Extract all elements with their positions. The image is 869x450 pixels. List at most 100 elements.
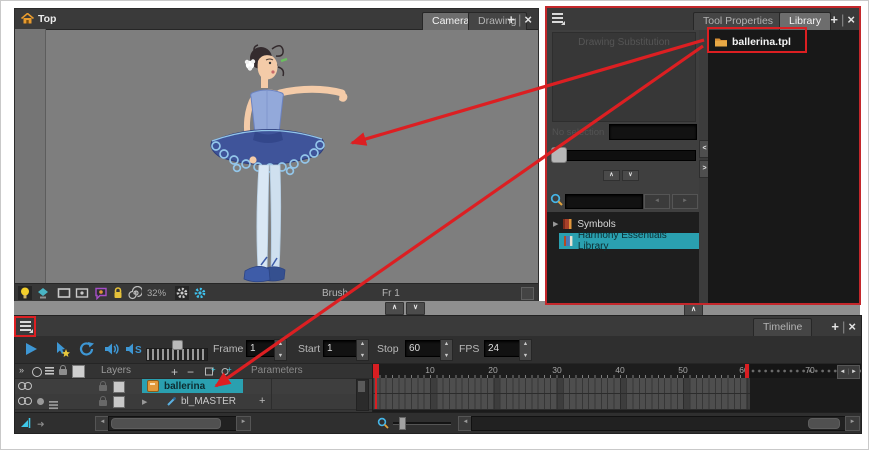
timeline-menu-icon[interactable] [20, 321, 33, 332]
hscroll-right-button[interactable]: ► [236, 416, 251, 431]
layers-vertical-scrollbar[interactable] [356, 379, 369, 411]
stop-frame-marker[interactable] [745, 364, 749, 378]
start-field[interactable] [323, 340, 359, 357]
scrollbar-thumb[interactable] [358, 381, 365, 392]
home-icon[interactable] [21, 13, 34, 24]
statusbar-checkbox[interactable] [521, 287, 534, 300]
add-peg-icon[interactable]: + [221, 366, 232, 378]
frame-track-bl-master[interactable] [373, 394, 750, 410]
mini-collapse-down[interactable]: ∨ [622, 170, 639, 181]
spin-up-icon[interactable]: ▲ [360, 341, 365, 347]
render-settings-gear-icon[interactable] [193, 286, 207, 300]
lock-all-icon[interactable] [59, 369, 67, 375]
scrollbar-thumb[interactable] [111, 418, 221, 429]
column-splitter[interactable]: < > [699, 30, 708, 303]
substitution-name-field[interactable] [609, 124, 697, 140]
add-layer-button[interactable]: + [171, 365, 178, 379]
playhead-marker[interactable] [373, 364, 379, 378]
play-selection-button[interactable] [53, 341, 71, 357]
spin-down-icon[interactable]: ▼ [360, 353, 365, 359]
add-view-button[interactable]: + [830, 12, 838, 27]
spin-down-icon[interactable]: ▼ [444, 353, 449, 359]
substitution-slider-handle[interactable] [551, 147, 567, 163]
layer-lock-icon[interactable] [99, 385, 107, 391]
double-circle-icon[interactable] [18, 397, 33, 406]
selected-layer-bar[interactable]: ballerina [142, 379, 243, 393]
expand-parameters-button[interactable]: + [259, 395, 265, 407]
tab-library[interactable]: Library [779, 12, 831, 30]
scrollbar-thumb[interactable] [808, 418, 840, 429]
zoom-level[interactable]: 32% [147, 288, 166, 299]
layer-lock-icon[interactable] [99, 400, 107, 406]
expand-arrow-icon[interactable]: ▶ [142, 398, 147, 406]
collapse-down-button[interactable]: ∨ [406, 302, 425, 315]
layers-hscrollbar[interactable] [108, 416, 238, 431]
double-arrow-icon[interactable]: » [19, 365, 24, 375]
expand-arrow-icon[interactable]: ➜ [37, 419, 45, 430]
library-search-input[interactable] [565, 194, 643, 209]
loop-button[interactable] [78, 341, 96, 357]
search-next-button[interactable]: ► [672, 194, 698, 209]
collapse-up-button[interactable]: ∧ [385, 302, 404, 315]
layer-row-ballerina[interactable]: ballerina [15, 379, 372, 395]
select-all-checkbox[interactable] [72, 365, 85, 378]
frame-track-ballerina[interactable] [373, 378, 750, 394]
stack-icon[interactable] [45, 367, 54, 377]
library-file-list: ballerina.tpl [708, 30, 859, 303]
search-prev-button[interactable]: ◄ [644, 194, 670, 209]
expand-arrow-icon[interactable]: ▶ [553, 220, 558, 228]
spin-down-icon[interactable]: ▼ [278, 353, 283, 359]
ruler-nav-prev[interactable]: ◄ [840, 367, 846, 378]
play-button[interactable] [23, 341, 41, 357]
camera-mask-icon[interactable] [57, 286, 71, 300]
stop-spinner[interactable]: ▲ ▼ [440, 339, 453, 361]
frame-ruler[interactable]: 10 20 30 40 50 60 [373, 364, 750, 378]
eye-toggle-icon[interactable] [32, 367, 42, 377]
library-file-item[interactable]: ballerina.tpl [708, 32, 859, 51]
fps-field[interactable] [484, 340, 522, 357]
spin-up-icon[interactable]: ▲ [523, 341, 528, 347]
add-view-button[interactable]: + [507, 12, 515, 27]
timeline-zoom-slider-handle[interactable] [399, 417, 406, 430]
close-view-button[interactable]: × [524, 12, 532, 27]
add-view-button[interactable]: + [831, 319, 839, 334]
layer-checkbox[interactable] [113, 396, 125, 408]
spiral-icon[interactable] [128, 286, 142, 300]
close-view-button[interactable]: × [848, 319, 856, 334]
start-spinner[interactable]: ▲ ▼ [356, 339, 369, 361]
ruler-nav-buttons[interactable]: ◄ | ► [837, 365, 860, 379]
double-circle-icon[interactable] [18, 382, 33, 391]
dot-icon[interactable] [37, 398, 44, 405]
safe-area-icon[interactable] [75, 286, 89, 300]
ruler-nav-next[interactable]: ► [851, 367, 857, 378]
close-view-button[interactable]: × [847, 12, 855, 27]
frames-hscroll-right-button[interactable]: ► [845, 416, 860, 431]
substitution-slider-track[interactable] [551, 150, 696, 161]
layer-row-bl-master[interactable]: ▶ bl_MASTER + [15, 394, 372, 410]
sound-scrubbing-button[interactable]: S [125, 341, 143, 357]
waveform-toggle-icon[interactable] [20, 417, 35, 429]
fps-spinner[interactable]: ▲ ▼ [519, 339, 532, 361]
light-bulb-icon[interactable] [18, 286, 32, 300]
tab-tool-properties[interactable]: Tool Properties [693, 12, 783, 30]
add-drawing-layer-icon[interactable]: + [205, 366, 216, 378]
mini-collapse-up[interactable]: ∧ [603, 170, 620, 181]
timeline-frames-area[interactable]: 10 20 30 40 50 60 70 ◄ | ► [372, 364, 861, 413]
tab-timeline[interactable]: Timeline [753, 318, 812, 336]
tree-item-harmony-library[interactable]: Harmony Essentials Library [547, 233, 699, 249]
sound-button[interactable] [103, 341, 121, 357]
spin-down-icon[interactable]: ▼ [523, 353, 528, 359]
spin-up-icon[interactable]: ▲ [444, 341, 449, 347]
spin-up-icon[interactable]: ▲ [278, 341, 283, 347]
layer-checkbox[interactable] [113, 381, 125, 393]
volume-slider-handle[interactable] [172, 340, 183, 350]
render-gear-icon[interactable] [175, 286, 189, 300]
underlay-icon[interactable] [36, 286, 50, 300]
chat-bubble-icon[interactable] [94, 286, 108, 300]
panel-menu-icon[interactable] [552, 13, 565, 24]
frames-hscrollbar[interactable] [471, 416, 847, 431]
delete-layer-button[interactable]: − [187, 365, 194, 379]
frame-spinner[interactable]: ▲ ▼ [274, 339, 287, 361]
volume-slider[interactable] [146, 340, 206, 360]
stop-field[interactable] [405, 340, 443, 357]
